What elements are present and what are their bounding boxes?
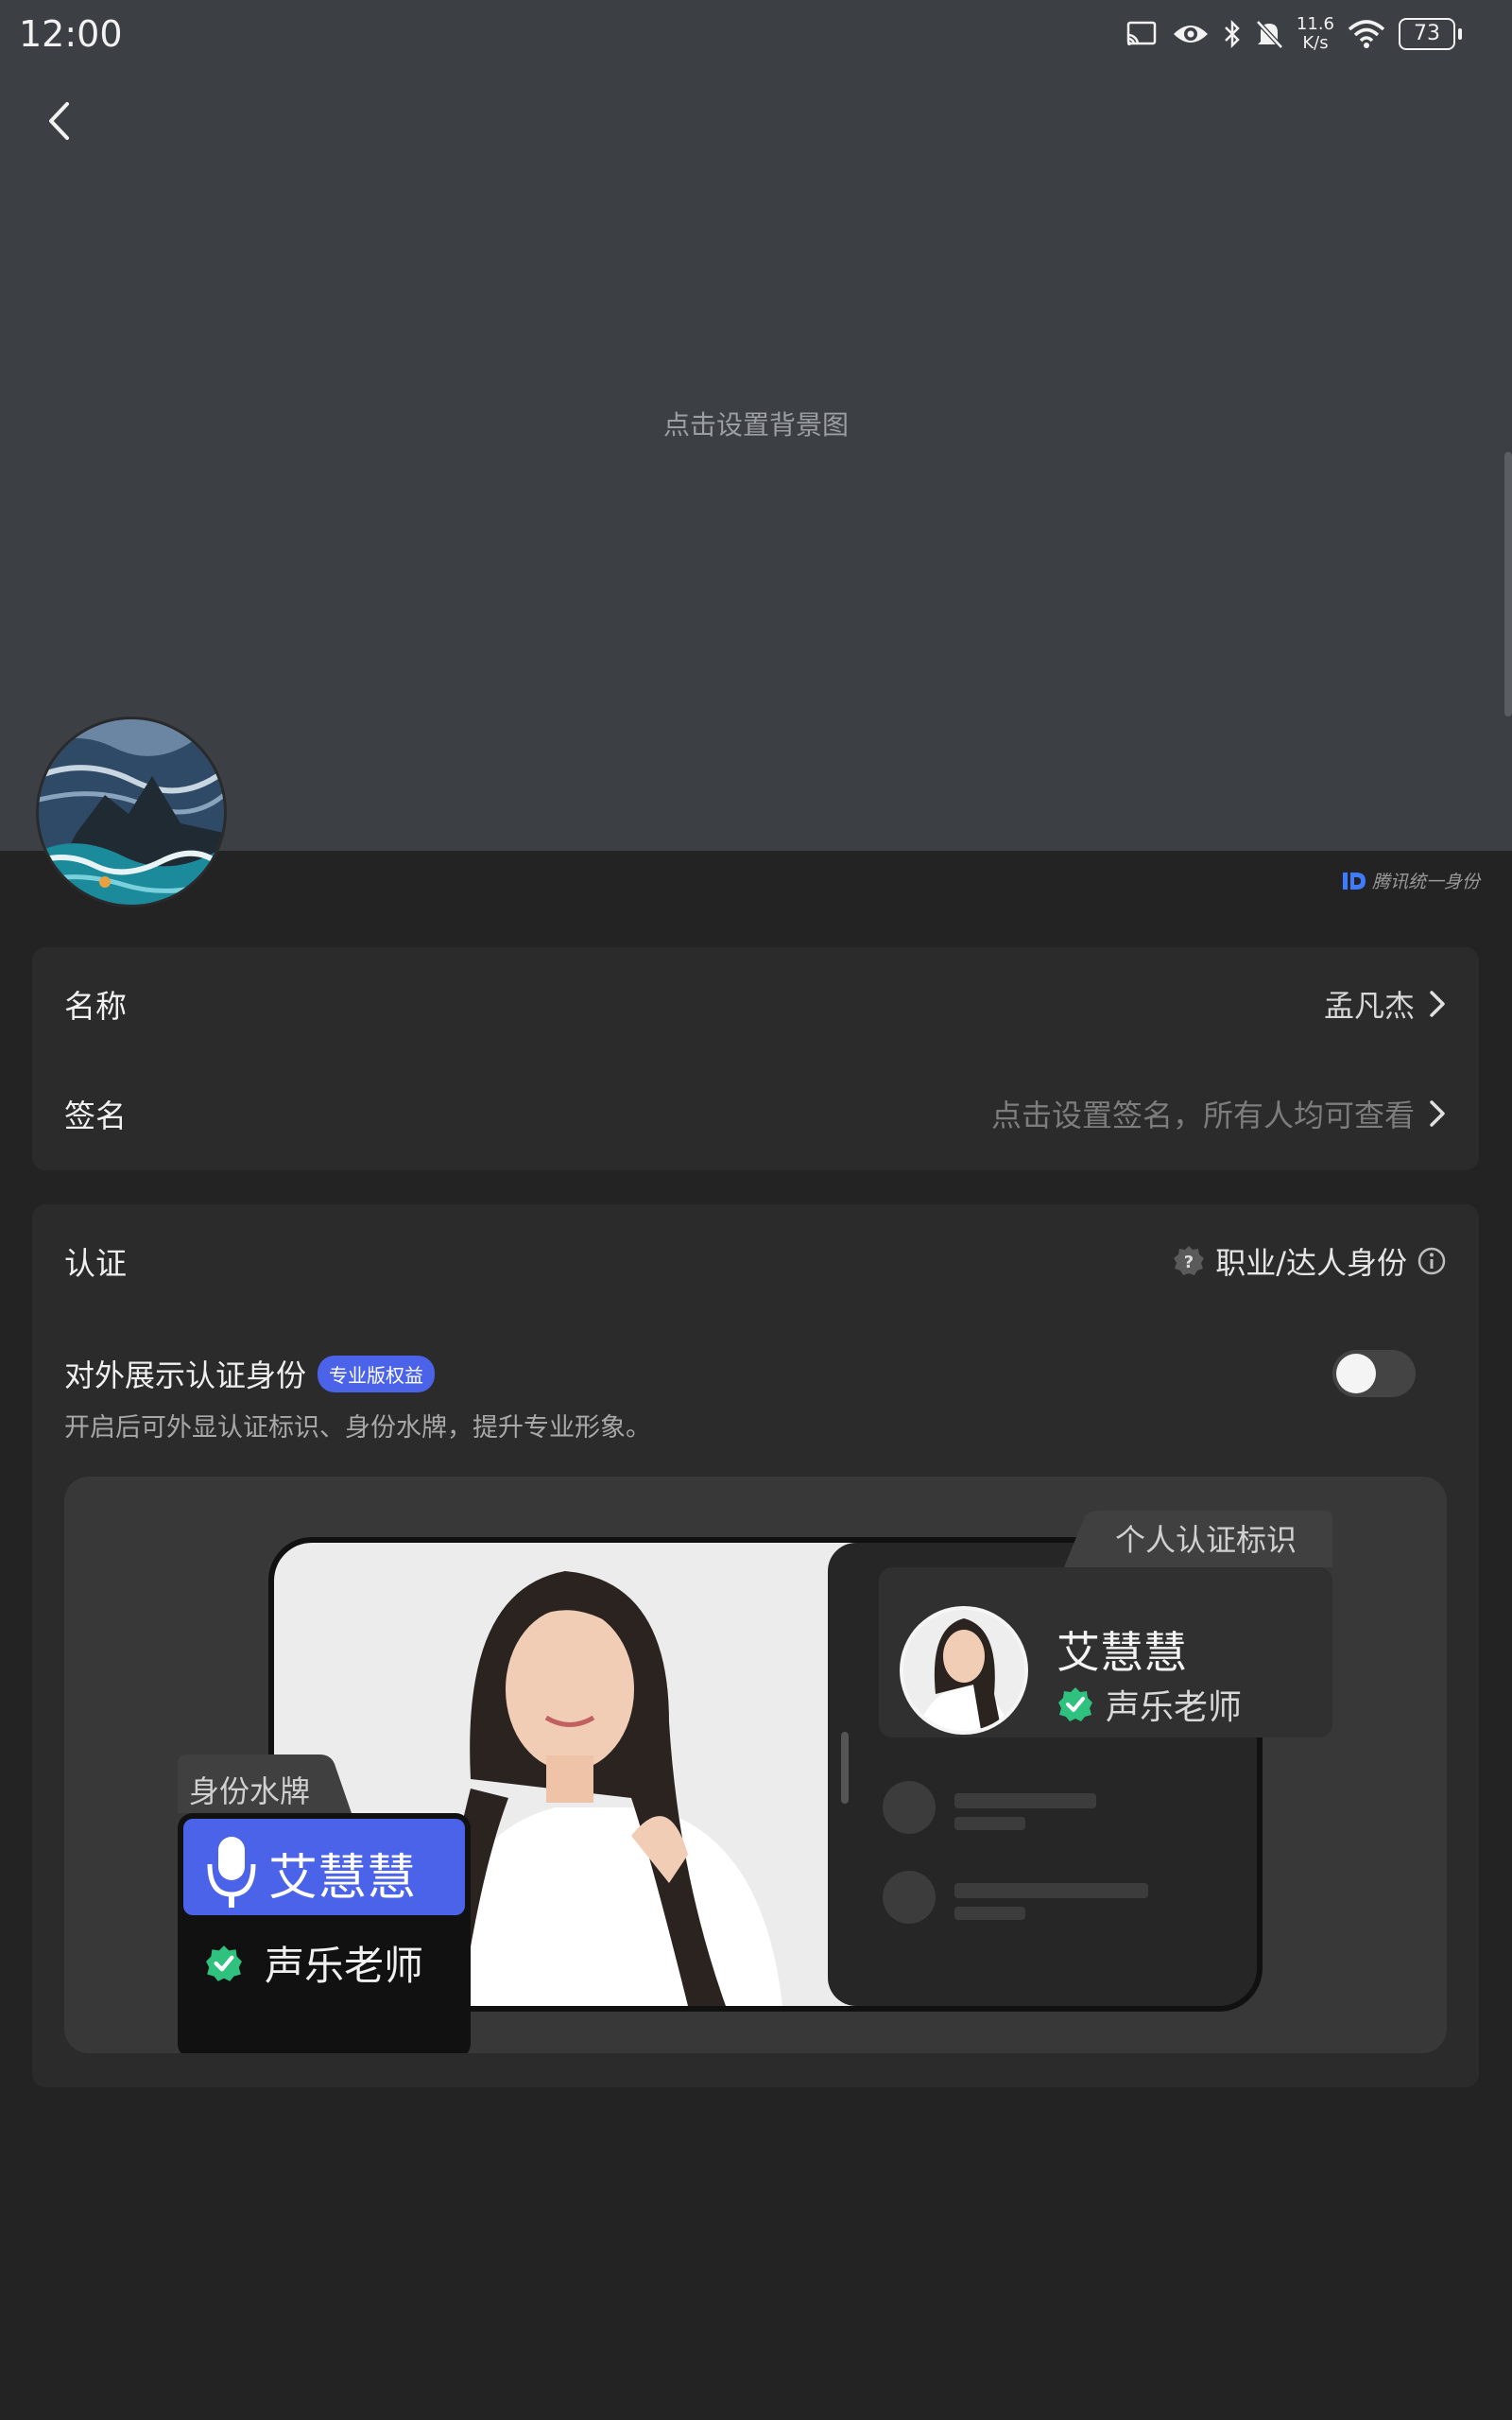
name-value: 孟凡杰: [1323, 988, 1415, 1024]
display-certification-description: 开启后可外显认证标识、身份水牌，提升专业形象。: [64, 1413, 651, 1443]
network-speed: 11.6 K/s: [1297, 15, 1334, 53]
signature-label: 签名: [64, 1098, 127, 1134]
battery-indicator: 73: [1399, 18, 1462, 50]
certification-preview: 个人认证标识 艾慧慧 声乐老师 身份水牌 艾慧慧 声乐老师: [64, 1477, 1447, 2053]
cast-icon: [1126, 21, 1157, 45]
tencent-id-label: 腾讯统一身份: [1371, 872, 1480, 892]
watermark-tab: 身份水牌: [189, 1773, 311, 1809]
badge-title-group: 声乐老师: [1057, 1680, 1242, 1729]
certification-role: 职业/达人身份: [1215, 1245, 1407, 1281]
name-label: 名称: [64, 988, 127, 1025]
cover-hint[interactable]: 点击设置背景图: [0, 405, 1512, 442]
name-value-group: 孟凡杰: [1324, 982, 1447, 1026]
status-time: 12:00: [19, 13, 123, 55]
watermark-title: 声乐老师: [265, 1943, 424, 1989]
tencent-id-logo-icon: [1342, 872, 1366, 890]
avatar[interactable]: [36, 717, 227, 908]
certification-role-group: ? 职业/达人身份: [1172, 1239, 1447, 1283]
scrollbar[interactable]: [1504, 452, 1512, 717]
certification-label: 认证: [64, 1245, 127, 1282]
name-row[interactable]: 名称 孟凡杰: [64, 979, 1447, 1028]
avatar-image: [39, 719, 224, 905]
signature-value-group: 点击设置签名，所有人均可查看: [991, 1092, 1447, 1135]
verified-icon: [1058, 1687, 1092, 1721]
badge-title: 声乐老师: [1106, 1688, 1243, 1727]
status-icons: 11.6 K/s 73: [1125, 15, 1462, 53]
svg-text:?: ?: [1184, 1253, 1194, 1272]
certification-row[interactable]: 认证 ? 职业/达人身份: [64, 1236, 1447, 1286]
back-button[interactable]: [32, 91, 85, 151]
network-speed-unit: K/s: [1302, 33, 1329, 53]
wifi-icon: [1348, 20, 1385, 48]
profile-card: 名称 孟凡杰 签名 点击设置签名，所有人均可查看: [32, 947, 1479, 1170]
info-icon[interactable]: [1417, 1246, 1447, 1276]
bell-muted-icon: [1256, 20, 1283, 49]
chevron-left-icon: [49, 102, 69, 140]
verified-icon: [206, 1945, 242, 1981]
display-certification-label: 对外展示认证身份: [64, 1357, 307, 1393]
chevron-right-icon: [1430, 1100, 1445, 1127]
badge-name: 艾慧慧: [1057, 1627, 1187, 1678]
signature-placeholder: 点击设置签名，所有人均可查看: [990, 1098, 1415, 1133]
watermark-title-group: 声乐老师: [204, 1934, 423, 1992]
unverified-badge-icon: ?: [1174, 1246, 1205, 1275]
display-certification-title: 对外展示认证身份 专业版权益: [32, 1352, 436, 1395]
personal-badge-tab: 个人认证标识: [1115, 1522, 1297, 1558]
chevron-right-icon: [1430, 991, 1445, 1017]
watermark-name: 艾慧慧: [268, 1850, 417, 1907]
eye-icon: [1173, 26, 1208, 43]
signature-row[interactable]: 签名 点击设置签名，所有人均可查看: [64, 1089, 1447, 1138]
bluetooth-icon: [1225, 19, 1240, 49]
toggle-knob: [1336, 1354, 1376, 1393]
tencent-id-brand: 腾讯统一身份: [1342, 868, 1480, 893]
pro-badge: 专业版权益: [318, 1355, 436, 1392]
display-certification-toggle[interactable]: [1332, 1350, 1416, 1397]
network-speed-value: 11.6: [1296, 14, 1334, 34]
